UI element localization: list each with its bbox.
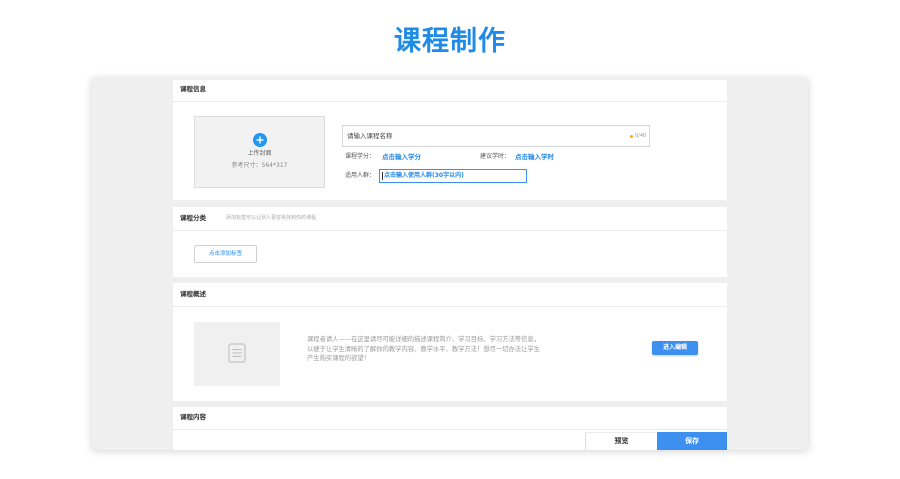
credit-label: 课程学分：: [345, 153, 376, 160]
divider: [173, 101, 727, 102]
document-icon: [228, 343, 246, 363]
course-name-field[interactable]: 0/40: [342, 125, 650, 147]
plus-circle-icon[interactable]: [253, 133, 267, 147]
credit-input-link[interactable]: 点击输入学分: [382, 153, 421, 161]
overview-description-line: 产生购买课程的欲望！: [307, 355, 370, 362]
course-category-header: 课程分类: [180, 214, 206, 222]
hours-input-link[interactable]: 点击输入学时: [515, 153, 554, 161]
course-name-input[interactable]: [343, 126, 617, 146]
divider: [173, 306, 727, 307]
audience-input[interactable]: 点击输入使用人群(30字以内): [379, 169, 527, 183]
course-overview-card: 课程概述 课程者请人——在这里请尽可能详细的描述课程简介、学习目标、学习方法等信…: [173, 283, 727, 401]
preview-button[interactable]: 预览: [585, 432, 657, 450]
cover-upload-box[interactable]: 上传封面 参考尺寸：564*317: [194, 116, 325, 188]
text-caret: [382, 172, 383, 180]
course-category-card: 课程分类 添加标签可以让别人更容易找到你的课程 点击添加标签: [173, 207, 727, 277]
course-content-card: 课程内容 预览 保存: [173, 407, 727, 450]
char-counter: 0/40: [635, 133, 647, 139]
audience-input-value: 点击输入使用人群(30字以内): [384, 172, 464, 179]
add-tag-button[interactable]: 点击添加标签: [194, 245, 257, 263]
overview-description-line: 课程者请人——在这里请尽可能详细的描述课程简介、学习目标、学习方法等信息，: [307, 336, 540, 343]
overview-description-line: 以便于让学生清晰的了解你的教学内容、教学水平、教学方法！想尽一切办法让学生: [307, 345, 540, 353]
divider: [173, 230, 727, 231]
category-hint: 添加标签可以让别人更容易找到你的课程: [226, 215, 317, 221]
status-dot: [630, 134, 633, 138]
course-content-header: 课程内容: [180, 413, 206, 421]
hours-label: 建议学时：: [480, 153, 511, 160]
cover-upload-label: 上传封面: [247, 150, 272, 157]
audience-label: 适用人群：: [345, 172, 376, 179]
course-info-card: 课程信息 上传封面 参考尺寸：564*317 0/40 课程学分： 点击输入学分…: [173, 80, 727, 200]
overview-thumbnail: [194, 322, 280, 386]
cover-size-hint: 参考尺寸：564*317: [231, 162, 288, 169]
save-button[interactable]: 保存: [657, 432, 727, 450]
divider: [173, 429, 727, 430]
enter-edit-button[interactable]: 进入编辑: [652, 341, 698, 355]
course-overview-header: 课程概述: [180, 290, 206, 298]
overview-description: 课程者请人——在这里请尽可能详细的描述课程简介、学习目标、学习方法等信息， 以便…: [307, 335, 567, 364]
course-info-header: 课程信息: [180, 85, 206, 93]
page-title: 课程制作: [394, 26, 506, 57]
